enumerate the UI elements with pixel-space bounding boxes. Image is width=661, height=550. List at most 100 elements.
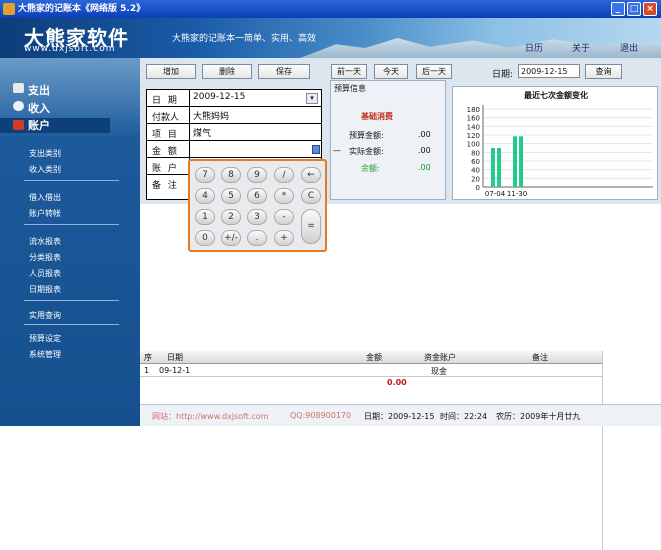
total-row: 0.00: [140, 377, 602, 389]
remain-value: .00: [418, 163, 431, 172]
form-row-item: 项 目 煤气: [147, 124, 322, 141]
calc-key-3[interactable]: 3: [247, 209, 267, 225]
item-field[interactable]: 煤气: [189, 124, 322, 140]
prev-day-button[interactable]: 前一天: [331, 64, 367, 79]
y-tick-label: 20: [471, 175, 480, 183]
sidebar-item-query[interactable]: 实用查询: [29, 310, 61, 321]
save-button[interactable]: 保存: [258, 64, 310, 79]
sidebar-item-borrow-lend[interactable]: 借入借出: [29, 192, 61, 203]
sidebar-item-date-report[interactable]: 日期报表: [29, 284, 61, 295]
nav-calendar[interactable]: 日历: [525, 41, 543, 54]
col-account: 资金账户: [424, 353, 456, 362]
calculator-icon[interactable]: [312, 145, 320, 154]
col-amount: 金额: [366, 353, 382, 362]
calc-key-4[interactable]: 4: [195, 188, 215, 204]
calc-key-9[interactable]: 9: [247, 167, 267, 183]
calc-key-2[interactable]: 2: [221, 209, 241, 225]
sidebar-item-account[interactable]: 账户: [0, 118, 110, 133]
sidebar-item-transfer[interactable]: 账户转帐: [29, 208, 61, 219]
budget-title: 预算信息: [334, 84, 366, 93]
calc-key-minus[interactable]: -: [274, 209, 294, 225]
income-icon: [13, 101, 24, 111]
query-button[interactable]: 查询: [585, 64, 622, 79]
budget-subtitle: 基础消费: [361, 112, 393, 121]
chart-bar: [497, 148, 501, 187]
app-icon: [3, 3, 15, 15]
status-time: 时间：22:24: [440, 412, 488, 421]
calc-key-clear[interactable]: C: [301, 188, 321, 204]
table-row[interactable]: 1 09-12-1 现金: [140, 365, 602, 377]
sidebar-item-category-report[interactable]: 分类报表: [29, 252, 61, 263]
chart-title: 最近七次金额变化: [524, 90, 588, 100]
payer-field[interactable]: 大熊妈妈: [189, 107, 322, 123]
sidebar-item-expense[interactable]: 支出: [13, 82, 50, 98]
calc-key-plus[interactable]: +: [274, 230, 294, 246]
row-date: 09-12-1: [159, 366, 191, 375]
budget-panel: 预算信息 基础消费 预算金额: .00 — 实际金额: .00 余额: .00: [330, 80, 446, 200]
next-day-button[interactable]: 后一天: [416, 64, 452, 79]
row-no: 1: [144, 366, 150, 375]
nav-exit[interactable]: 退出: [620, 41, 638, 54]
calc-key-divide[interactable]: /: [274, 167, 294, 183]
sidebar-item-system-admin[interactable]: 系统管理: [29, 349, 61, 360]
calc-key-dot[interactable]: .: [247, 230, 267, 246]
delete-button[interactable]: 删除: [202, 64, 252, 79]
table-header: 序 日期 金额 资金账户 备注: [140, 351, 602, 364]
calc-key-5[interactable]: 5: [221, 188, 241, 204]
y-tick-label: 120: [467, 132, 480, 140]
chevron-down-icon[interactable]: ▾: [306, 93, 318, 104]
slogan: 大熊家的记账本一简单、实用、高效: [172, 34, 317, 44]
y-tick-label: 160: [467, 115, 480, 123]
calc-key-multiply[interactable]: *: [274, 188, 294, 204]
calc-key-8[interactable]: 8: [221, 167, 241, 183]
chart-bar: [491, 148, 495, 187]
status-lunar: 农历：2009年十月廿九: [496, 412, 581, 421]
y-tick-label: 180: [467, 106, 480, 114]
amount-field[interactable]: [189, 141, 322, 157]
y-tick-label: 40: [471, 167, 480, 175]
date-picker[interactable]: 2009-12-15: [518, 64, 580, 78]
form-row-payer: 付款人 大熊妈妈: [147, 107, 322, 124]
calc-key-sign[interactable]: +/-: [221, 230, 241, 246]
chart-panel: 最近七次金额变化 0 20 40 60 80 100 120 140 160 180 07-04 11-…: [452, 86, 658, 200]
status-site[interactable]: 网站：http://www.dxjsoft.com: [152, 411, 268, 422]
sidebar-divider: [24, 324, 119, 325]
form-row-amount: 金 额: [147, 141, 322, 158]
budget-amount-label: 预算金额:: [349, 131, 384, 140]
calc-key-equals[interactable]: =: [301, 209, 321, 244]
remain-label: 余额:: [361, 164, 380, 173]
status-date: 日期：2009-12-15: [364, 412, 435, 421]
minimize-button[interactable]: _: [611, 2, 625, 16]
sidebar: 支出 收入 账户 支出类别 收入类别 借入借出 账户转帐 流水报表 分类报表 人…: [0, 58, 140, 426]
expense-icon: [13, 83, 24, 93]
calculator-popup: 7 8 9 / ← 4 5 6 * C 1 2 3- = 0 +/-. +: [188, 159, 327, 252]
status-qq: QQ:908900170: [290, 411, 352, 420]
sidebar-item-income[interactable]: 收入: [13, 100, 50, 116]
col-no: 序: [144, 353, 152, 362]
maximize-button[interactable]: □: [627, 2, 641, 16]
date-field[interactable]: 2009-12-15: [189, 90, 322, 106]
y-tick-label: 80: [471, 149, 480, 157]
sidebar-item-income-category[interactable]: 收入类别: [29, 164, 61, 175]
total-amount: 0.00: [387, 378, 407, 387]
sidebar-item-person-report[interactable]: 人员报表: [29, 268, 61, 279]
actual-amount-value: .00: [418, 146, 431, 155]
add-button[interactable]: 增加: [146, 64, 196, 79]
sidebar-item-budget-setting[interactable]: 预算设定: [29, 333, 61, 344]
chart-bar: [513, 136, 517, 187]
close-button[interactable]: ×: [643, 2, 657, 16]
calc-key-7[interactable]: 7: [195, 167, 215, 183]
status-bar: 网站：http://www.dxjsoft.com QQ:908900170 日…: [140, 404, 661, 426]
calc-key-backspace[interactable]: ←: [301, 167, 321, 183]
today-button[interactable]: 今天: [374, 64, 408, 79]
calc-key-1[interactable]: 1: [195, 209, 215, 225]
calc-key-6[interactable]: 6: [247, 188, 267, 204]
sidebar-item-flow-report[interactable]: 流水报表: [29, 236, 61, 247]
nav-about[interactable]: 关于: [572, 41, 590, 54]
mountain-decoration: [300, 38, 661, 58]
brand-url: www.dxjsoft.com: [24, 44, 116, 54]
title-bar: 大熊家的记账本《网络版 5.2》 _ □ ×: [0, 0, 661, 18]
form-row-date: 日 期 2009-12-15 ▾: [147, 90, 322, 107]
sidebar-item-expense-category[interactable]: 支出类别: [29, 148, 61, 159]
calc-key-0[interactable]: 0: [195, 230, 215, 246]
